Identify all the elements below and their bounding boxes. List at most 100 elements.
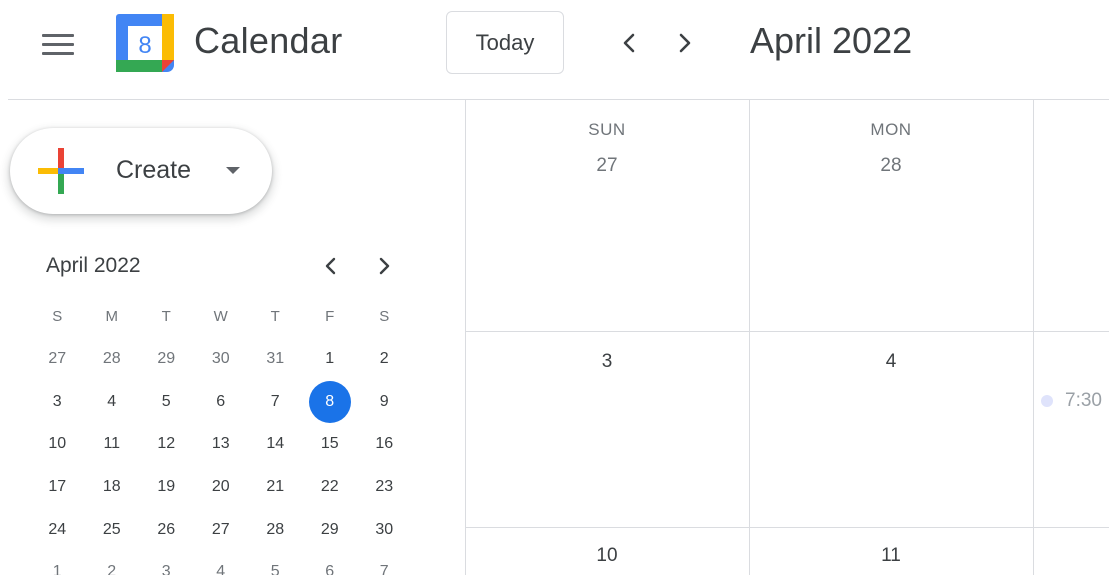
mini-calendar-day[interactable]: 24	[30, 508, 85, 551]
mini-calendar-day[interactable]: 22	[303, 466, 358, 509]
mini-calendar-day-number: 1	[325, 350, 335, 368]
mini-calendar-day-number: 1	[52, 563, 62, 575]
mini-calendar-week: 10 11 12 13 14 15 16	[30, 423, 410, 466]
grid-line	[1033, 100, 1034, 575]
mini-calendar-day[interactable]: 3	[30, 381, 85, 424]
mini-calendar-day-number: 9	[379, 392, 389, 410]
mini-calendar-day[interactable]: 23	[357, 466, 412, 509]
mini-calendar-day[interactable]: 29	[139, 338, 194, 381]
mini-calendar-day[interactable]: 28	[85, 338, 140, 381]
app-name: Calendar	[194, 20, 343, 61]
mini-calendar-day-number: 30	[211, 350, 230, 368]
mini-calendar-day-number: 13	[211, 435, 230, 453]
day-number[interactable]: 27	[465, 155, 749, 177]
mini-calendar-day[interactable]: 7	[248, 381, 303, 424]
mini-calendar-day-number: 25	[102, 520, 121, 538]
mini-calendar-day-number: 6	[216, 392, 226, 410]
mini-calendar-day-number: 30	[375, 520, 394, 538]
mini-calendar-day[interactable]: 16	[357, 423, 412, 466]
mini-calendar-day[interactable]: 20	[194, 466, 249, 509]
weekday-label: S	[52, 308, 63, 325]
mini-calendar-day-number: 3	[161, 563, 171, 575]
mini-calendar-day-number: 17	[48, 478, 67, 496]
mini-calendar-day[interactable]: 27	[194, 508, 249, 551]
day-number[interactable]: 10	[465, 545, 749, 567]
mini-calendar-day-number: 15	[320, 435, 339, 453]
mini-calendar-day[interactable]: 3	[139, 551, 194, 575]
mini-calendar-day[interactable]: 2	[357, 338, 412, 381]
mini-calendar-day-number: 4	[107, 392, 117, 410]
mini-calendar-next-button[interactable]	[371, 253, 397, 279]
mini-calendar-day[interactable]: 21	[248, 466, 303, 509]
mini-calendar-day-number: 2	[107, 563, 117, 575]
mini-calendar-day[interactable]: 1	[30, 551, 85, 575]
mini-calendar-day[interactable]: 18	[85, 466, 140, 509]
mini-calendar-day[interactable]: 1	[303, 338, 358, 381]
mini-calendar-prev-button[interactable]	[318, 253, 344, 279]
mini-calendar-week: 3 4 5 6 7 8 9	[30, 380, 412, 424]
mini-calendar-day[interactable]: 26	[139, 508, 194, 551]
mini-calendar-day-number: 5	[161, 392, 171, 410]
mini-calendar-title: April 2022	[46, 254, 141, 277]
event-chip[interactable]: 7:30	[1041, 390, 1102, 412]
mini-calendar-day-number: 28	[266, 520, 285, 538]
mini-calendar-day[interactable]: 27	[30, 338, 85, 381]
weekday-label: T	[270, 308, 280, 325]
create-button[interactable]: Create	[10, 128, 272, 214]
mini-calendar-weekday-header: S M T W T F S	[30, 296, 410, 338]
day-number[interactable]: 11	[749, 545, 1033, 567]
caret-down-icon	[226, 167, 240, 174]
mini-calendar-day-number: 24	[48, 520, 67, 538]
mini-calendar-day[interactable]: 12	[139, 423, 194, 466]
mini-calendar-day-number: 28	[102, 350, 121, 368]
mini-calendar-day[interactable]: 4	[194, 551, 249, 575]
mini-calendar-day[interactable]: 15	[303, 423, 358, 466]
mini-calendar-day[interactable]: 31	[248, 338, 303, 381]
mini-calendar-day-number: 12	[157, 435, 176, 453]
previous-period-button[interactable]	[614, 28, 644, 58]
mini-calendar-day-number: 31	[266, 350, 285, 368]
mini-calendar-day[interactable]: 29	[303, 508, 358, 551]
weekday-label: S	[379, 308, 390, 325]
plus-icon	[38, 148, 84, 194]
mini-calendar-day[interactable]: 5	[139, 381, 194, 424]
mini-calendar-day[interactable]: 5	[248, 551, 303, 575]
grid-line	[465, 527, 1109, 528]
mini-calendar-day[interactable]: 25	[85, 508, 140, 551]
mini-calendar-day[interactable]: 2	[85, 551, 140, 575]
mini-calendar-week: 27 28 29 30 31 1 2	[30, 338, 410, 381]
chevron-left-icon	[623, 33, 635, 53]
mini-calendar-day[interactable]: 13	[194, 423, 249, 466]
hamburger-menu-icon[interactable]	[42, 34, 74, 56]
mini-calendar-day[interactable]: 11	[85, 423, 140, 466]
mini-calendar-day-number: 18	[102, 478, 121, 496]
mini-calendar-day-number: 8	[308, 380, 351, 423]
mini-calendar-day[interactable]: 17	[30, 466, 85, 509]
mini-calendar-day[interactable]: 14	[248, 423, 303, 466]
mini-calendar-day[interactable]: 10	[30, 423, 85, 466]
mini-calendar-day[interactable]: 7	[357, 551, 412, 575]
mini-calendar-day-selected[interactable]: 8	[303, 380, 358, 424]
mini-calendar-day[interactable]: 30	[357, 508, 412, 551]
day-number[interactable]: 4	[749, 351, 1033, 373]
mini-calendar-day-number: 10	[48, 435, 67, 453]
mini-calendar-day[interactable]: 6	[194, 381, 249, 424]
mini-calendar-day-number: 4	[216, 563, 226, 575]
today-button[interactable]: Today	[446, 11, 564, 74]
mini-calendar-day-number: 7	[379, 563, 389, 575]
day-number[interactable]: 28	[749, 155, 1033, 177]
weekday-label: T	[161, 308, 171, 325]
mini-calendar-day[interactable]: 6	[303, 551, 358, 575]
mini-calendar-day-number: 16	[375, 435, 394, 453]
day-number[interactable]: 3	[465, 351, 749, 373]
mini-calendar-day[interactable]: 30	[194, 338, 249, 381]
mini-calendar-week: 24 25 26 27 28 29 30	[30, 508, 410, 551]
grid-line	[465, 331, 1109, 332]
mini-calendar-day[interactable]: 9	[357, 381, 412, 424]
mini-calendar-day[interactable]: 4	[85, 381, 140, 424]
mini-calendar-day[interactable]: 28	[248, 508, 303, 551]
mini-calendar-day[interactable]: 19	[139, 466, 194, 509]
calendar-logo[interactable]: 8	[116, 14, 174, 72]
next-period-button[interactable]	[670, 28, 700, 58]
mini-calendar-day-number: 5	[270, 563, 280, 575]
